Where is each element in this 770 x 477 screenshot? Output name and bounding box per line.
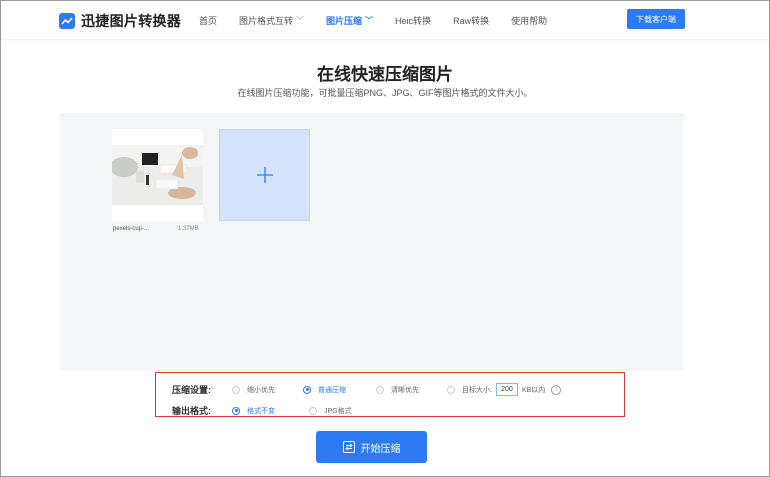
compress-icon: [342, 441, 355, 453]
start-compress-label: 开始压缩: [360, 443, 401, 455]
add-image-button[interactable]: [219, 129, 310, 221]
option-keep-format[interactable]: 格式不变: [232, 406, 275, 416]
compress-settings-row: 压缩设置: 缩小优先 普通压缩 清晰优先 目标大小: 200 KB以内 i: [172, 383, 562, 396]
nav-item-heic[interactable]: Heic转换: [395, 14, 431, 27]
file-name: pexels-cup-...: [113, 226, 150, 232]
output-format-row: 输出格式: 格式不变 JPG格式: [172, 404, 352, 417]
logo-text: 迅捷图片转换器: [81, 13, 182, 29]
option-label: 普通压缩: [318, 386, 346, 394]
main-nav: 首页 图片格式互转 ﹀ 图片压缩 ﹀ Heic转换 Raw转换 使用帮助: [199, 1, 569, 39]
radio-icon: [232, 385, 240, 394]
file-size: 1.37MB: [178, 226, 199, 232]
option-normal-compress[interactable]: 普通压缩: [303, 385, 346, 395]
chevron-down-icon: ﹀: [296, 15, 305, 25]
nav-item-format-convert[interactable]: 图片格式互转 ﹀: [239, 14, 304, 27]
radio-selected-icon: [232, 406, 240, 415]
option-label: JPG格式: [324, 407, 352, 415]
nav-label: 图片压缩: [326, 15, 363, 26]
image-thumbnail: [112, 145, 203, 205]
option-size-priority[interactable]: 缩小优先: [232, 385, 275, 395]
option-clarity-priority[interactable]: 清晰优先: [376, 385, 419, 395]
option-target-size[interactable]: 目标大小:: [447, 385, 492, 395]
target-size-unit: KB以内: [521, 386, 546, 394]
nav-item-help[interactable]: 使用帮助: [511, 14, 547, 27]
nav-item-image-compress[interactable]: 图片压缩 ﹀: [326, 14, 373, 27]
radio-selected-icon: [303, 385, 311, 394]
top-header: 迅捷图片转换器 首页 图片格式互转 ﹀ 图片压缩 ﹀ Heic转换 Raw转换 使用…: [1, 1, 769, 39]
nav-item-home[interactable]: 首页: [199, 14, 217, 27]
compress-settings-label: 压缩设置:: [172, 385, 211, 395]
page-subtitle: 在线图片压缩功能，可批量压缩PNG、JPG、GIF等图片格式的文件大小。: [237, 88, 533, 98]
logo[interactable]: 迅捷图片转换器: [59, 11, 181, 31]
radio-icon: [376, 385, 384, 394]
nav-label: 使用帮助: [511, 15, 548, 26]
nav-label: 首页: [199, 15, 218, 26]
page-title: 在线快速压缩图片: [317, 65, 453, 84]
start-compress-button[interactable]: 开始压缩: [316, 431, 427, 463]
option-label: 缩小优先: [247, 386, 275, 394]
nav-label: Raw转换: [453, 15, 490, 26]
radio-icon: [309, 406, 317, 415]
image-thumbnail-card[interactable]: [112, 129, 203, 221]
target-size-input[interactable]: 200: [495, 383, 518, 396]
download-client-button[interactable]: 下载客户端: [627, 9, 685, 29]
nav-label: 图片格式互转: [239, 15, 294, 26]
nav-item-raw[interactable]: Raw转换: [453, 14, 489, 27]
option-label: 清晰优先: [391, 386, 419, 394]
plus-icon: [256, 167, 273, 183]
option-label: 格式不变: [247, 407, 275, 415]
nav-label: Heic转换: [395, 15, 432, 26]
chevron-down-icon: ﹀: [365, 15, 374, 25]
logo-icon: [59, 13, 75, 29]
option-label: 目标大小:: [462, 386, 492, 394]
radio-icon: [447, 385, 455, 394]
output-format-label: 输出格式:: [172, 406, 211, 416]
option-jpg-format[interactable]: JPG格式: [309, 406, 352, 416]
info-icon[interactable]: i: [551, 384, 562, 395]
